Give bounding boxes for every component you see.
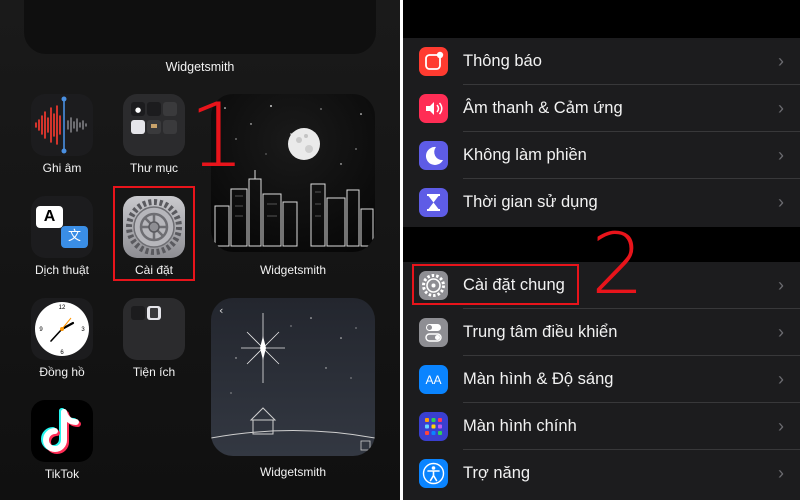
chevron-right-icon: › [778,416,784,436]
hourglass-icon [419,188,448,217]
translate-icon: A 文 [31,196,93,258]
widget-label: Widgetsmith [259,263,327,277]
row-label: Trợ năng [463,464,531,482]
widget-label: Widgetsmith [259,465,327,479]
widgetsmith-top-label: Widgetsmith [165,60,235,74]
row-label: Âm thanh & Cảm ứng [463,99,623,117]
settings-row-home-screen[interactable]: Màn hình chính › [403,403,800,450]
app-label: Tiện ích [132,365,176,379]
step-number-1: 1 [189,84,245,187]
home-grid-icon [419,412,448,441]
settings-row-display-brightness[interactable]: AA Màn hình & Độ sáng › [403,356,800,403]
app-label: Dịch thuật [34,263,90,277]
row-label: Thời gian sử dụng [463,193,598,211]
settings-row-accessibility[interactable]: Trợ năng › [403,450,800,497]
tiktok-app[interactable] [31,400,93,462]
app-label: Đồng hồ [39,365,85,379]
chevron-right-icon: › [778,98,784,118]
clock-icon: 12369 [35,302,89,356]
notifications-icon [419,47,448,76]
row-label: Màn hình & Độ sáng [463,370,614,388]
chevron-right-icon: › [778,275,784,295]
toggles-icon [419,318,448,347]
chevron-right-icon: › [778,369,784,389]
row-label: Màn hình chính [463,417,577,435]
app-label: Ghi âm [42,161,82,175]
widgetsmith-nativity-widget[interactable]: ‹ [211,298,375,456]
folder-app[interactable]: ● [123,94,185,156]
settings-row-do-not-disturb[interactable]: Không làm phiền › [403,132,800,179]
tiktok-icon [41,408,81,454]
app-label: Thư mục [129,161,179,175]
chevron-right-icon: › [778,322,784,342]
settings-row-sounds[interactable]: Âm thanh & Cảm ứng › [403,85,800,132]
chevron-right-icon: › [778,51,784,71]
app-label: TikTok [44,467,80,481]
row-label: Thông báo [463,52,542,70]
svg-text:‹: ‹ [219,304,223,317]
settings-group-1: Thông báo › Âm thanh & Cảm ứng › Không l… [403,38,800,227]
nativity-star-illustration: ‹ [211,304,375,451]
chevron-right-icon: › [778,192,784,212]
chevron-right-icon: › [778,463,784,483]
svg-text:●: ● [135,106,141,114]
utilities-folder-icon [131,306,161,320]
display-icon: AA [419,365,448,394]
sound-icon [419,94,448,123]
accessibility-icon [419,459,448,488]
voice-memos-app[interactable] [31,94,93,156]
widgetsmith-top-widget[interactable] [24,0,376,54]
settings-row-control-center[interactable]: Trung tâm điều khiển › [403,309,800,356]
translate-app[interactable]: A 文 [31,196,93,258]
voice-memos-icon [35,96,87,154]
highlight-settings-app [113,186,195,281]
home-screen: Widgetsmith Ghi âm ● Thư mục A 文 Dịch th… [0,0,400,500]
folder-icon: ● [131,102,177,134]
step-number-2: 2 [591,215,645,313]
chevron-right-icon: › [778,145,784,165]
row-label: Trung tâm điều khiển [463,323,618,341]
highlight-general-row [412,264,579,305]
utilities-folder-app[interactable] [123,298,185,360]
clock-app[interactable]: 12 3 6 9 [31,298,93,360]
moon-icon [419,141,448,170]
settings-screen: Thông báo › Âm thanh & Cảm ứng › Không l… [403,0,800,500]
row-label: Không làm phiền [463,146,587,164]
settings-row-notifications[interactable]: Thông báo › [403,38,800,85]
svg-text:12: 12 [59,305,66,311]
